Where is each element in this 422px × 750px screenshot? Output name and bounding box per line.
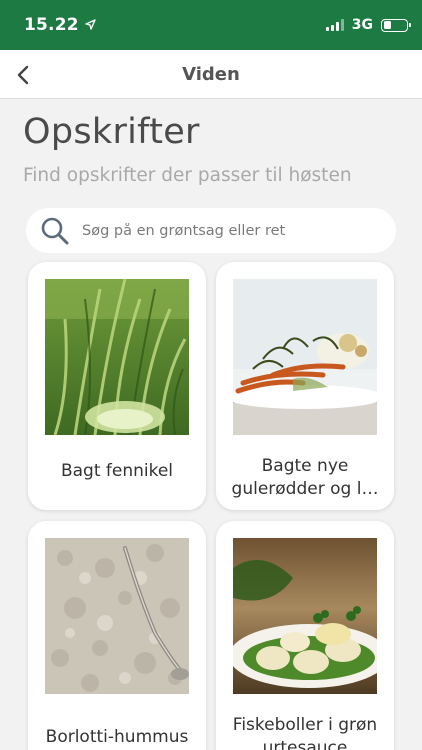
- fish-balls-photo: [233, 538, 377, 694]
- network-type: 3G: [351, 17, 373, 33]
- page-subtitle: Find opskrifter der passer til høsten: [23, 165, 352, 186]
- recipe-title: Fiskeboller i grøn urtesauce: [232, 715, 378, 750]
- carrots-dish-photo: [233, 279, 377, 435]
- back-button[interactable]: [8, 60, 38, 90]
- search-icon: [40, 216, 70, 246]
- status-time: 15.22: [24, 15, 79, 35]
- search-input[interactable]: [82, 222, 372, 239]
- recipe-card[interactable]: Borlotti-hummus: [28, 521, 206, 750]
- page-title: Opskrifter: [23, 112, 200, 152]
- recipe-card[interactable]: Bagt fennikel: [28, 262, 206, 510]
- signal-icon: [325, 19, 344, 31]
- status-bar: 15.22 3G: [0, 0, 422, 50]
- navigation-bar: Viden: [0, 50, 422, 99]
- battery-icon: [381, 18, 411, 32]
- recipe-title: Bagt fennikel: [60, 460, 174, 481]
- nav-title: Viden: [182, 63, 240, 85]
- location-arrow-icon: [85, 15, 96, 35]
- recipe-card[interactable]: Bagte nye gulerødder og l…: [216, 262, 394, 510]
- search-bar[interactable]: [26, 208, 396, 253]
- recipe-card[interactable]: Fiskeboller i grøn urtesauce: [216, 521, 394, 750]
- hummus-photo: [45, 538, 189, 694]
- recipe-title: Bagte nye gulerødder og l…: [231, 456, 379, 499]
- fennel-photo: [45, 279, 189, 435]
- recipe-title: Borlotti-hummus: [45, 726, 189, 747]
- chevron-left-icon: [17, 65, 29, 85]
